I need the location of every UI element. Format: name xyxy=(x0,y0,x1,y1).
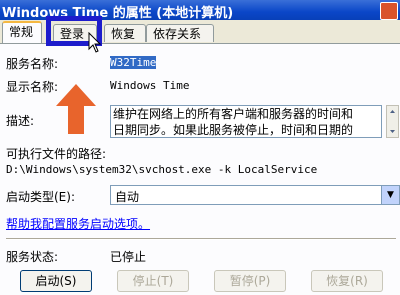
divider xyxy=(6,238,396,240)
close-icon[interactable] xyxy=(380,2,398,20)
scroll-down-icon xyxy=(390,130,395,133)
service-status-value: 已停止 xyxy=(110,250,147,264)
startup-type-label: 启动类型(E): xyxy=(6,190,75,204)
startup-type-value: 自动 xyxy=(115,190,140,204)
tab-general[interactable]: 常规 xyxy=(2,21,42,44)
pause-button[interactable]: 暂停(P) xyxy=(214,270,286,292)
description-line-2: 日期同步。如果此服务被停止，时间和日期的 xyxy=(113,123,354,137)
display-name-label: 显示名称: xyxy=(6,80,59,94)
window-title: Windows Time 的属性 (本地计算机) xyxy=(2,6,234,21)
exe-path-label: 可执行文件的路径: xyxy=(6,147,107,161)
stop-button[interactable]: 停止(T) xyxy=(117,270,189,292)
description-line-1: 维护在网络上的所有客户端和服务器的时间和 xyxy=(113,107,354,121)
annotation-arrow-icon xyxy=(56,84,96,134)
chevron-down-icon[interactable]: ▼ xyxy=(381,186,399,204)
tab-recovery[interactable]: 恢复 xyxy=(104,24,146,42)
mouse-cursor-icon xyxy=(88,32,102,53)
start-button[interactable]: 启动(S) xyxy=(20,270,92,292)
display-name-value: Windows Time xyxy=(110,79,190,92)
description-label: 描述: xyxy=(6,114,35,128)
help-configure-link[interactable]: 帮助我配置服务启动选项。 xyxy=(6,215,150,232)
service-name-value[interactable]: W32Time xyxy=(110,56,157,69)
service-status-label: 服务状态: xyxy=(6,250,59,264)
general-tab-panel: 服务名称: W32Time 显示名称: Windows Time 描述: 维护在… xyxy=(0,43,400,295)
description-field[interactable]: 维护在网络上的所有客户端和服务器的时间和 日期同步。如果此服务被停止，时间和日期… xyxy=(110,105,382,138)
description-scrollbar[interactable] xyxy=(386,105,399,138)
scroll-up-icon xyxy=(390,110,395,113)
service-name-label: 服务名称: xyxy=(6,57,59,71)
exe-path-value: D:\Windows\system32\svchost.exe -k Local… xyxy=(6,163,318,176)
startup-type-select[interactable]: 自动 ▼ xyxy=(110,185,400,205)
tab-dependencies[interactable]: 依存关系 xyxy=(146,24,214,42)
resume-button[interactable]: 恢复(R) xyxy=(311,270,383,292)
